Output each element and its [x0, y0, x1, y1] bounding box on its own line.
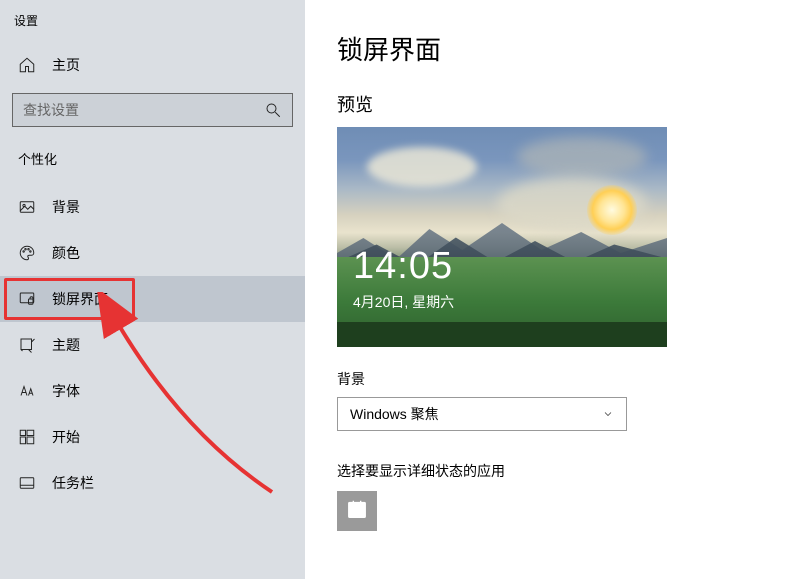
home-label: 主页: [52, 55, 80, 75]
lockscreen-preview: 14:05 4月20日, 星期六: [337, 127, 667, 347]
sidebar-item-start[interactable]: 开始: [0, 414, 305, 460]
status-apps-label: 选择要显示详细状态的应用: [337, 461, 757, 481]
search-box[interactable]: [12, 93, 293, 127]
themes-icon: [18, 336, 36, 354]
settings-title: 设置: [0, 8, 305, 39]
home-nav[interactable]: 主页: [0, 45, 305, 85]
search-icon: [264, 101, 282, 119]
sidebar: 设置 主页 个性化 背景: [0, 0, 305, 579]
home-icon: [18, 56, 36, 74]
sidebar-item-fonts[interactable]: 字体: [0, 368, 305, 414]
page-title: 锁屏界面: [337, 30, 757, 67]
nav-label: 主题: [52, 335, 80, 355]
sidebar-item-colors[interactable]: 颜色: [0, 230, 305, 276]
preview-time: 14:05: [353, 245, 453, 288]
palette-icon: [18, 244, 36, 262]
preview-label: 预览: [337, 91, 757, 117]
category-label: 个性化: [0, 139, 305, 180]
search-input[interactable]: [23, 102, 264, 118]
main-content: 锁屏界面 预览 14:05 4月20日, 星期六 背景 Windows 聚焦 选…: [305, 0, 789, 579]
font-icon: [18, 382, 36, 400]
nav-label: 锁屏界面: [52, 289, 108, 309]
nav-label: 字体: [52, 381, 80, 401]
nav-label: 任务栏: [52, 473, 94, 493]
nav-list: 背景 颜色 锁屏界面 主题: [0, 184, 305, 506]
taskbar-icon: [18, 474, 36, 492]
sidebar-item-taskbar[interactable]: 任务栏: [0, 460, 305, 506]
nav-label: 开始: [52, 427, 80, 447]
calendar-icon: [346, 498, 368, 525]
start-icon: [18, 428, 36, 446]
background-label: 背景: [337, 369, 757, 389]
background-dropdown[interactable]: Windows 聚焦: [337, 397, 627, 431]
chevron-down-icon: [602, 408, 614, 420]
nav-label: 颜色: [52, 243, 80, 263]
detailed-status-app-button[interactable]: [337, 491, 377, 531]
preview-date: 4月20日, 星期六: [353, 292, 454, 312]
sidebar-item-lockscreen[interactable]: 锁屏界面: [0, 276, 305, 322]
sidebar-item-themes[interactable]: 主题: [0, 322, 305, 368]
image-icon: [18, 198, 36, 216]
nav-label: 背景: [52, 197, 80, 217]
dropdown-value: Windows 聚焦: [350, 404, 439, 424]
lockscreen-icon: [18, 290, 36, 308]
sidebar-item-background[interactable]: 背景: [0, 184, 305, 230]
